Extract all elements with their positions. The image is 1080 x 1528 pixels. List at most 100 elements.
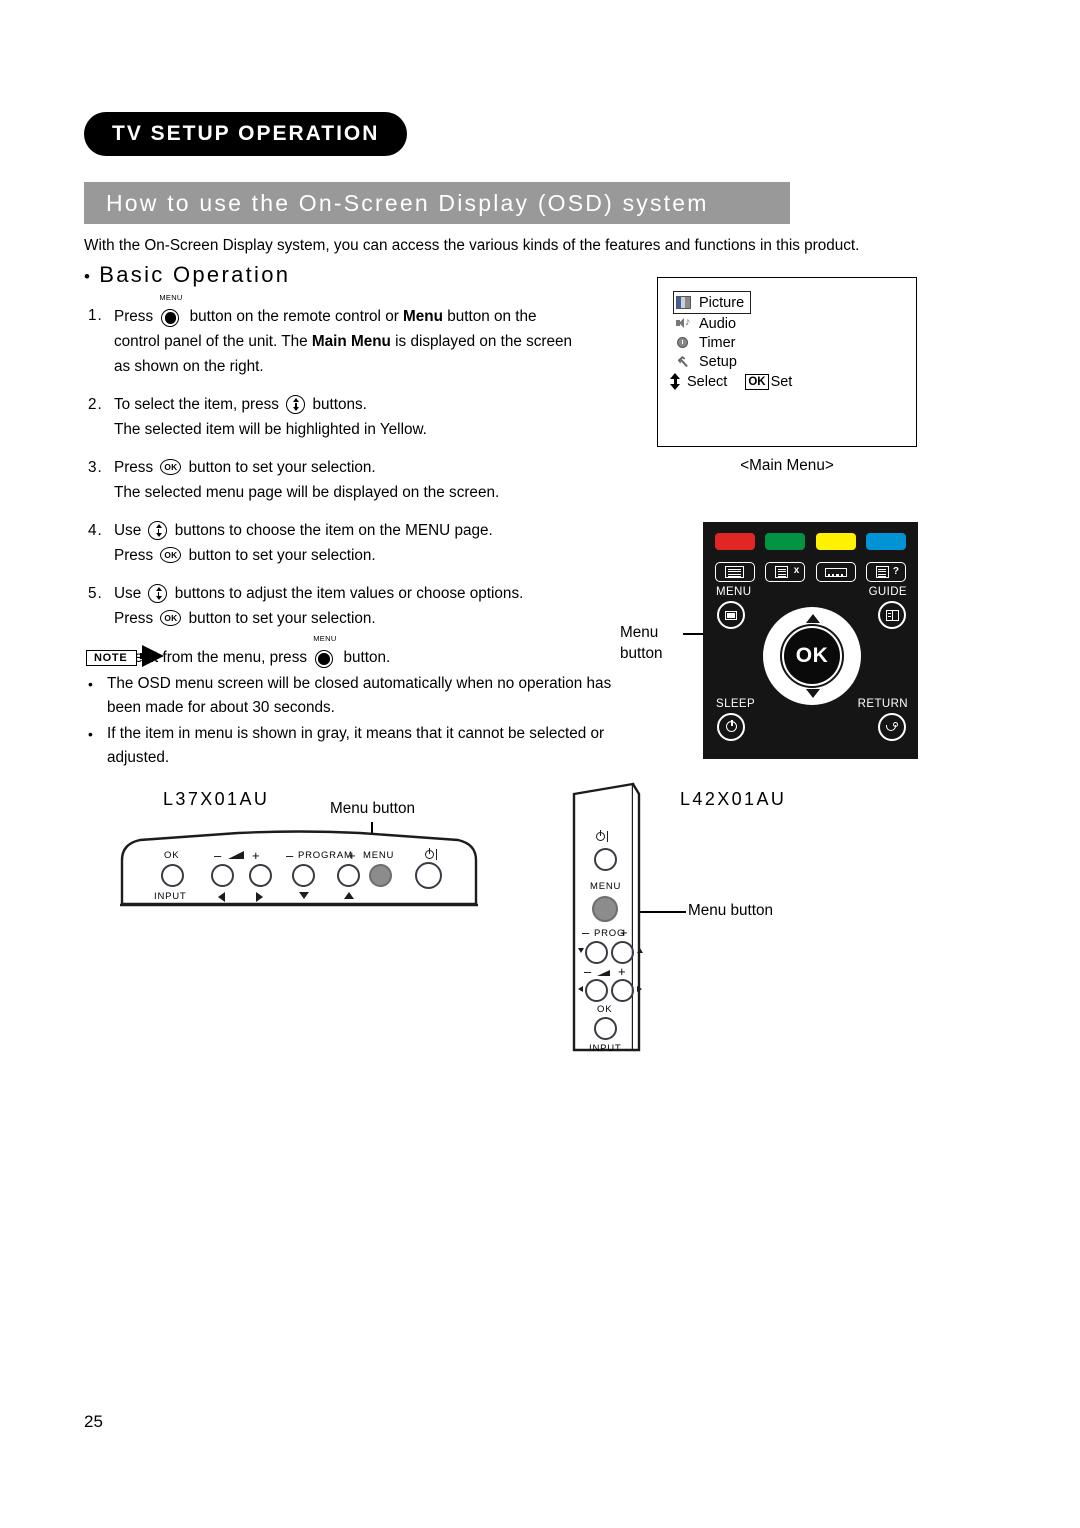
audio-icon: ♪ [676,316,691,331]
l37-volume-up-button[interactable] [249,864,272,887]
section-title-banner: How to use the On-Screen Display (OSD) s… [84,182,790,224]
l37-program-label: PROGRAM [298,850,353,861]
l42-program-up-button[interactable] [611,941,634,964]
remote-sleep-button[interactable] [717,713,745,741]
teletext-buttons-row: x ? [715,562,906,582]
chapter-title-banner: TV SETUP OPERATION [84,112,408,156]
step-text: button to set your selection. [188,610,376,627]
dpad-down-arrow-icon[interactable] [806,689,820,698]
l42-volume-down-button[interactable] [585,979,608,1002]
yellow-button[interactable] [815,533,856,550]
ok-button-icon: OK [160,610,182,626]
green-button[interactable] [765,533,806,550]
l42-prog-minus-label: – [582,925,591,940]
step-line: To exit from the menu, press MENU button… [114,635,648,670]
l37-program-up-button[interactable] [337,864,360,887]
step-text: button to set your selection. [188,459,376,476]
step-body: To exit from the menu, press MENU button… [114,635,648,670]
step-text: control panel of the unit. The [114,333,308,350]
l37-up-arrow-icon [344,892,354,899]
step-text: Use [114,522,142,539]
l37-down-arrow-icon [299,892,309,899]
subtitle-icon[interactable] [815,562,856,582]
step-text: Press [114,459,154,476]
note-text: The OSD menu screen will be closed autom… [107,675,612,716]
red-button[interactable] [715,533,755,550]
l37-model-label: L37X01AU [163,789,270,809]
osd-item-label: Picture [699,294,745,311]
step-line: Press OK button to set your selection. [114,606,648,631]
steps-list: 1. Press MENU button on the remote contr… [88,294,648,683]
teletext-cancel-icon[interactable]: x [765,562,806,582]
menu-button-icon: MENU [159,294,182,327]
bullet-glyph: • [84,267,93,286]
step-body: Use buttons to choose the item on the ME… [114,518,648,568]
teletext-reveal-icon[interactable]: ? [865,562,906,582]
note-item: • The OSD menu screen will be closed aut… [88,672,648,720]
remote-dpad[interactable]: OK [763,607,861,705]
dpad-left-arrow-icon[interactable] [767,650,776,664]
l37-volume-down-button[interactable] [211,864,234,887]
remote-menu-button[interactable] [717,601,745,629]
osd-item-picture[interactable]: Picture [673,291,752,314]
teletext-icon[interactable] [715,562,755,582]
l37-prog-minus-label: – [286,848,295,863]
l42-volume-icon [597,970,610,976]
remote-guide-label: GUIDE [868,586,907,598]
step-line: Press MENU button on the remote control … [114,294,648,329]
l37-program-down-button[interactable] [292,864,315,887]
step-line: The selected menu page will be displayed… [114,484,500,501]
menu-screen-icon [725,611,737,620]
l42-program-down-button[interactable] [585,941,608,964]
bullet-glyph: • [88,676,93,692]
remote-guide-button[interactable] [878,601,906,629]
step-text: Press [114,308,154,325]
up-down-button-icon [286,395,306,414]
l37-vol-plus-label: + [252,848,261,863]
step-number: 1. [88,307,103,324]
step-text: Use [114,585,142,602]
remote-callout-line1: Menu [620,624,659,641]
l37-ok-label: OK [164,850,180,861]
remote-control-diagram: x ? MENU GUIDE SLEEP RETURN OK [703,522,918,759]
step-text: button. [343,649,391,666]
osd-item-setup[interactable]: Setup [676,352,751,371]
l37-menu-button[interactable] [369,864,392,887]
note-text: If the item in menu is shown in gray, it… [107,725,605,766]
power-timer-icon [726,720,737,732]
ok-key-icon: OK [745,373,769,390]
l42-volume-down-arrow-icon [578,986,583,992]
note-list: • The OSD menu screen will be closed aut… [88,672,648,772]
l42-volume-up-button[interactable] [611,979,634,1002]
l42-prog-down-arrow-icon [578,948,584,953]
dpad-right-arrow-icon[interactable] [848,650,857,664]
note-tag: NOTE [86,645,164,667]
l37-power-button[interactable] [415,862,442,889]
subsection-heading-text: Basic Operation [99,262,291,287]
step-text: Press [114,547,154,564]
osd-item-audio[interactable]: ♪ Audio [676,314,751,333]
l42-ok-input-button[interactable] [594,1017,617,1040]
remote-return-button[interactable] [878,713,906,741]
osd-item-timer[interactable]: Timer [676,333,751,352]
step-text: buttons to choose the item on the MENU p… [174,522,493,539]
note-label: NOTE [86,650,138,666]
step-line: Use buttons to adjust the item values or… [114,581,648,606]
blue-button[interactable] [865,533,906,550]
l42-menu-button[interactable] [592,896,618,922]
guide-list-icon [886,610,899,621]
ok-button-icon: OK [160,459,182,475]
setup-wrench-icon [676,355,691,369]
step-text: buttons to adjust the item values or cho… [174,585,524,602]
volume-icon [228,851,244,859]
l42-power-button[interactable] [594,848,617,871]
remote-menu-label: MENU [716,586,752,598]
dpad-up-arrow-icon[interactable] [806,614,820,623]
l37-ok-input-button[interactable] [161,864,184,887]
step-number: 3. [88,459,103,476]
bullet-glyph: • [88,726,93,742]
return-arrow-icon [886,722,899,732]
step-body: Press OK button to set your selection. T… [114,455,648,505]
remote-ok-button[interactable]: OK [784,628,840,684]
osd-select-label: Select [687,373,728,390]
